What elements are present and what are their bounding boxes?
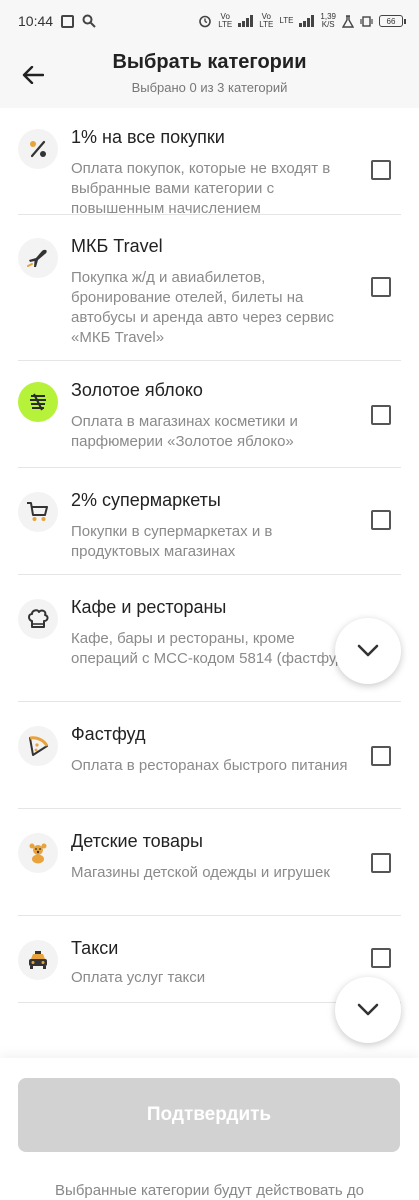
status-bar: 10:44 Vo LTE Vo LTE LTE 1,39 K/S 66 — [0, 0, 419, 42]
scroll-down-button[interactable] — [335, 618, 401, 684]
category-checkbox[interactable] — [371, 510, 391, 530]
status-left: 10:44 — [18, 13, 96, 29]
category-text: МКБ Travel Покупка ж/д и авиабилетов, бр… — [71, 234, 353, 348]
category-title: Такси — [71, 938, 119, 958]
chevron-down-icon — [357, 1003, 379, 1016]
chevron-down-icon — [357, 644, 379, 657]
network-speed-label: 1,39 K/S — [320, 12, 336, 29]
category-checkbox[interactable] — [371, 277, 391, 297]
category-text: 2% супермаркеты Покупки в супермаркетах … — [71, 488, 353, 562]
confirm-button[interactable]: Подтвердить — [18, 1078, 400, 1152]
category-checkbox[interactable] — [371, 405, 391, 425]
header: Выбрать категории Выбрано 0 из 3 категор… — [0, 42, 419, 108]
category-checkbox[interactable] — [371, 853, 391, 873]
back-button[interactable] — [18, 60, 48, 90]
taxi-icon — [18, 940, 58, 980]
alarm-icon — [199, 15, 211, 28]
category-text: Золотое яблоко Оплата в магазинах космет… — [71, 378, 353, 452]
volte-1-label: Vo LTE — [218, 12, 233, 29]
category-text: Фастфуд Оплата в ресторанах быстрого пит… — [71, 722, 353, 776]
signal-1-icon — [238, 15, 254, 27]
golden-apple-logo-icon — [18, 382, 58, 422]
app-notification-icon — [61, 14, 75, 28]
footnote-text: Выбранные категории будут действовать до — [55, 1182, 364, 1199]
category-text: Кафе и рестораны Кафе, бары и рестораны,… — [71, 595, 353, 669]
airplane-icon — [18, 238, 58, 278]
category-text: 1% на все покупки Оплата покупок, которы… — [71, 125, 353, 219]
signal-2-icon — [299, 15, 315, 27]
flask-icon — [342, 14, 354, 28]
status-right: Vo LTE Vo LTE LTE 1,39 K/S 66 — [198, 12, 406, 29]
category-checkbox[interactable] — [371, 160, 391, 180]
category-title: 2% супермаркеты — [71, 490, 221, 510]
category-list: 1% на все покупки Оплата покупок, которы… — [0, 108, 419, 1003]
category-text: Такси Оплата услуг такси — [71, 936, 353, 988]
battery-icon: 66 — [379, 15, 406, 27]
percent-icon — [18, 129, 58, 169]
scroll-down-button[interactable] — [335, 977, 401, 1043]
category-item[interactable]: Фастфуд Оплата в ресторанах быстрого пит… — [18, 702, 401, 809]
category-title: Золотое яблоко — [71, 380, 203, 400]
category-description: Покупка ж/д и авиабилетов, бронирование … — [71, 269, 334, 346]
page-title: Выбрать категории — [112, 51, 307, 73]
category-description: Магазины детской одежды и игрушек — [71, 864, 330, 881]
category-description: Оплата услуг такси — [71, 969, 206, 986]
status-time: 10:44 — [18, 13, 54, 29]
category-description: Оплата в магазинах косметики и парфюмери… — [71, 413, 298, 450]
arrow-left-icon — [22, 66, 44, 84]
category-checkbox[interactable] — [371, 948, 391, 968]
category-title: МКБ Travel — [71, 236, 163, 256]
category-description: Оплата покупок, которые не входят в выбр… — [71, 160, 331, 217]
bottom-panel: Подтвердить Выбранные категории будут де… — [0, 1058, 419, 1200]
category-item[interactable]: Золотое яблоко Оплата в магазинах космет… — [18, 361, 401, 468]
chef-hat-icon — [18, 599, 58, 639]
category-item[interactable]: 2% супермаркеты Покупки в супермаркетах … — [18, 468, 401, 575]
category-item[interactable]: Детские товары Магазины детской одежды и… — [18, 809, 401, 916]
category-title: Детские товары — [71, 831, 203, 851]
page-subtitle: Выбрано 0 из 3 категорий — [131, 80, 288, 95]
category-item[interactable]: 1% на все покупки Оплата покупок, которы… — [18, 108, 401, 217]
category-title: Фастфуд — [71, 724, 146, 744]
category-description: Покупки в супермаркетах и в продуктовых … — [71, 523, 273, 560]
search-status-icon — [82, 14, 96, 28]
category-title: Кафе и рестораны — [71, 597, 227, 617]
shopping-cart-icon — [18, 492, 58, 532]
vibrate-icon — [360, 15, 373, 27]
pizza-slice-icon — [18, 726, 58, 766]
category-description: Кафе, бары и рестораны, кроме операций с… — [71, 630, 350, 667]
category-item[interactable]: МКБ Travel Покупка ж/д и авиабилетов, бр… — [18, 215, 401, 361]
lte-label: LTE — [279, 16, 294, 25]
category-text: Детские товары Магазины детской одежды и… — [71, 829, 353, 883]
category-title: 1% на все покупки — [71, 127, 225, 147]
category-description: Оплата в ресторанах быстрого питания — [71, 757, 348, 774]
category-checkbox[interactable] — [371, 746, 391, 766]
teddy-bear-icon — [18, 833, 58, 873]
volte-2-label: Vo LTE — [259, 12, 274, 29]
